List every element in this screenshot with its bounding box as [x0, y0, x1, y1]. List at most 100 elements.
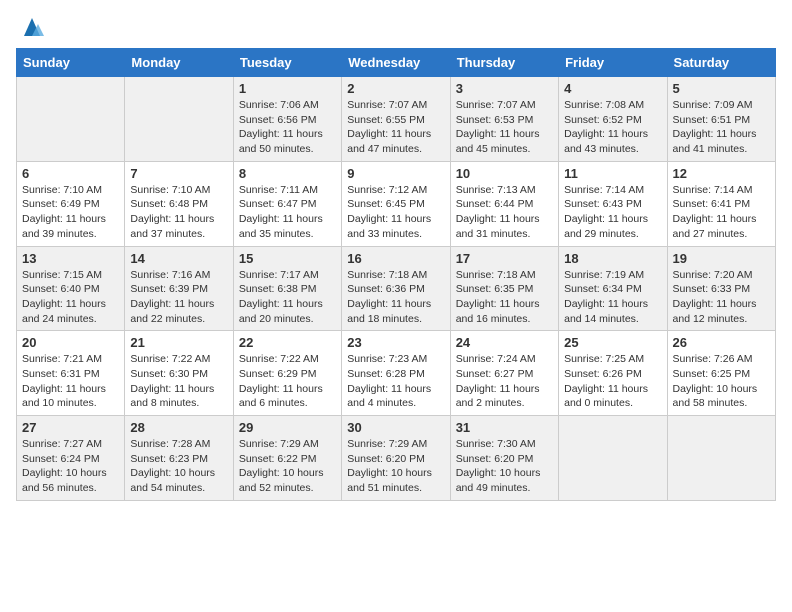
- calendar-cell: [17, 77, 125, 162]
- day-info: Sunrise: 7:21 AM Sunset: 6:31 PM Dayligh…: [22, 352, 119, 411]
- calendar-cell: 9 Sunrise: 7:12 AM Sunset: 6:45 PM Daylig…: [342, 161, 450, 246]
- calendar-row-2: 13Sunrise: 7:15 AM Sunset: 6:40 PM Dayli…: [17, 246, 776, 331]
- day-number: 18: [564, 251, 661, 266]
- calendar-cell: 26 Sunrise: 7:26 AM Sunset: 6:25 PM Dayli…: [667, 331, 775, 416]
- day-info: Sunrise: 7:18 AM Sunset: 6:36 PM Dayligh…: [347, 268, 444, 327]
- calendar-row-4: 27 Sunrise: 7:27 AM Sunset: 6:24 PM Dayli…: [17, 416, 776, 501]
- day-number: 26: [673, 335, 770, 350]
- day-info: Sunrise: 7:28 AM Sunset: 6:23 PM Dayligh…: [130, 437, 227, 496]
- day-number: 7: [130, 166, 227, 181]
- day-number: 20: [22, 335, 119, 350]
- day-number: 11: [564, 166, 661, 181]
- day-number: 1: [239, 81, 336, 96]
- day-number: 10: [456, 166, 553, 181]
- day-number: 23: [347, 335, 444, 350]
- calendar-cell: 6 Sunrise: 7:10 AM Sunset: 6:49 PM Daylig…: [17, 161, 125, 246]
- day-info: Sunrise: 7:30 AM Sunset: 6:20 PM Dayligh…: [456, 437, 553, 496]
- calendar-cell: 17Sunrise: 7:18 AM Sunset: 6:35 PM Dayli…: [450, 246, 558, 331]
- calendar-cell: 1 Sunrise: 7:06 AM Sunset: 6:56 PM Daylig…: [233, 77, 341, 162]
- day-number: 24: [456, 335, 553, 350]
- calendar-cell: 11 Sunrise: 7:14 AM Sunset: 6:43 PM Dayli…: [559, 161, 667, 246]
- calendar-cell: 25 Sunrise: 7:25 AM Sunset: 6:26 PM Dayli…: [559, 331, 667, 416]
- weekday-header-wednesday: Wednesday: [342, 49, 450, 77]
- calendar-cell: 3 Sunrise: 7:07 AM Sunset: 6:53 PM Daylig…: [450, 77, 558, 162]
- day-info: Sunrise: 7:10 AM Sunset: 6:49 PM Dayligh…: [22, 183, 119, 242]
- weekday-header-friday: Friday: [559, 49, 667, 77]
- weekday-header-saturday: Saturday: [667, 49, 775, 77]
- day-info: Sunrise: 7:06 AM Sunset: 6:56 PM Dayligh…: [239, 98, 336, 157]
- day-number: 25: [564, 335, 661, 350]
- day-number: 5: [673, 81, 770, 96]
- calendar-cell: 28 Sunrise: 7:28 AM Sunset: 6:23 PM Dayli…: [125, 416, 233, 501]
- day-info: Sunrise: 7:17 AM Sunset: 6:38 PM Dayligh…: [239, 268, 336, 327]
- day-number: 6: [22, 166, 119, 181]
- day-info: Sunrise: 7:13 AM Sunset: 6:44 PM Dayligh…: [456, 183, 553, 242]
- weekday-header-thursday: Thursday: [450, 49, 558, 77]
- calendar-cell: 4 Sunrise: 7:08 AM Sunset: 6:52 PM Daylig…: [559, 77, 667, 162]
- calendar-cell: 24 Sunrise: 7:24 AM Sunset: 6:27 PM Dayli…: [450, 331, 558, 416]
- day-info: Sunrise: 7:27 AM Sunset: 6:24 PM Dayligh…: [22, 437, 119, 496]
- day-info: Sunrise: 7:09 AM Sunset: 6:51 PM Dayligh…: [673, 98, 770, 157]
- day-info: Sunrise: 7:07 AM Sunset: 6:55 PM Dayligh…: [347, 98, 444, 157]
- day-info: Sunrise: 7:26 AM Sunset: 6:25 PM Dayligh…: [673, 352, 770, 411]
- day-info: Sunrise: 7:14 AM Sunset: 6:43 PM Dayligh…: [564, 183, 661, 242]
- calendar-cell: [667, 416, 775, 501]
- calendar-cell: 5 Sunrise: 7:09 AM Sunset: 6:51 PM Daylig…: [667, 77, 775, 162]
- day-info: Sunrise: 7:16 AM Sunset: 6:39 PM Dayligh…: [130, 268, 227, 327]
- day-info: Sunrise: 7:24 AM Sunset: 6:27 PM Dayligh…: [456, 352, 553, 411]
- day-number: 22: [239, 335, 336, 350]
- weekday-header-row: SundayMondayTuesdayWednesdayThursdayFrid…: [17, 49, 776, 77]
- day-info: Sunrise: 7:25 AM Sunset: 6:26 PM Dayligh…: [564, 352, 661, 411]
- day-info: Sunrise: 7:08 AM Sunset: 6:52 PM Dayligh…: [564, 98, 661, 157]
- calendar-cell: 2Sunrise: 7:07 AM Sunset: 6:55 PM Daylig…: [342, 77, 450, 162]
- day-info: Sunrise: 7:10 AM Sunset: 6:48 PM Dayligh…: [130, 183, 227, 242]
- day-number: 9: [347, 166, 444, 181]
- day-number: 16: [347, 251, 444, 266]
- calendar-cell: 30Sunrise: 7:29 AM Sunset: 6:20 PM Dayli…: [342, 416, 450, 501]
- calendar-cell: 22Sunrise: 7:22 AM Sunset: 6:29 PM Dayli…: [233, 331, 341, 416]
- day-number: 31: [456, 420, 553, 435]
- calendar-cell: 16 Sunrise: 7:18 AM Sunset: 6:36 PM Dayli…: [342, 246, 450, 331]
- calendar-row-1: 6 Sunrise: 7:10 AM Sunset: 6:49 PM Daylig…: [17, 161, 776, 246]
- calendar-cell: 14 Sunrise: 7:16 AM Sunset: 6:39 PM Dayli…: [125, 246, 233, 331]
- day-number: 4: [564, 81, 661, 96]
- day-number: 15: [239, 251, 336, 266]
- calendar-cell: 7 Sunrise: 7:10 AM Sunset: 6:48 PM Daylig…: [125, 161, 233, 246]
- calendar-cell: 12 Sunrise: 7:14 AM Sunset: 6:41 PM Dayli…: [667, 161, 775, 246]
- calendar-cell: 13Sunrise: 7:15 AM Sunset: 6:40 PM Dayli…: [17, 246, 125, 331]
- day-info: Sunrise: 7:12 AM Sunset: 6:45 PM Dayligh…: [347, 183, 444, 242]
- weekday-header-sunday: Sunday: [17, 49, 125, 77]
- calendar-cell: 29 Sunrise: 7:29 AM Sunset: 6:22 PM Dayli…: [233, 416, 341, 501]
- day-number: 12: [673, 166, 770, 181]
- calendar-cell: 21Sunrise: 7:22 AM Sunset: 6:30 PM Dayli…: [125, 331, 233, 416]
- day-number: 8: [239, 166, 336, 181]
- calendar-cell: 20 Sunrise: 7:21 AM Sunset: 6:31 PM Dayli…: [17, 331, 125, 416]
- day-info: Sunrise: 7:23 AM Sunset: 6:28 PM Dayligh…: [347, 352, 444, 411]
- calendar-cell: 18 Sunrise: 7:19 AM Sunset: 6:34 PM Dayli…: [559, 246, 667, 331]
- calendar-cell: 19Sunrise: 7:20 AM Sunset: 6:33 PM Dayli…: [667, 246, 775, 331]
- logo: [16, 16, 46, 38]
- day-number: 14: [130, 251, 227, 266]
- day-info: Sunrise: 7:14 AM Sunset: 6:41 PM Dayligh…: [673, 183, 770, 242]
- calendar-table: SundayMondayTuesdayWednesdayThursdayFrid…: [16, 48, 776, 501]
- day-info: Sunrise: 7:22 AM Sunset: 6:30 PM Dayligh…: [130, 352, 227, 411]
- page-header: [16, 16, 776, 38]
- day-number: 3: [456, 81, 553, 96]
- day-number: 27: [22, 420, 119, 435]
- day-info: Sunrise: 7:11 AM Sunset: 6:47 PM Dayligh…: [239, 183, 336, 242]
- calendar-cell: 27 Sunrise: 7:27 AM Sunset: 6:24 PM Dayli…: [17, 416, 125, 501]
- day-info: Sunrise: 7:19 AM Sunset: 6:34 PM Dayligh…: [564, 268, 661, 327]
- calendar-cell: 8 Sunrise: 7:11 AM Sunset: 6:47 PM Daylig…: [233, 161, 341, 246]
- day-number: 28: [130, 420, 227, 435]
- day-info: Sunrise: 7:29 AM Sunset: 6:20 PM Dayligh…: [347, 437, 444, 496]
- logo-icon: [18, 16, 46, 38]
- day-number: 19: [673, 251, 770, 266]
- day-info: Sunrise: 7:07 AM Sunset: 6:53 PM Dayligh…: [456, 98, 553, 157]
- calendar-row-0: 1 Sunrise: 7:06 AM Sunset: 6:56 PM Daylig…: [17, 77, 776, 162]
- calendar-cell: 31 Sunrise: 7:30 AM Sunset: 6:20 PM Dayli…: [450, 416, 558, 501]
- day-number: 29: [239, 420, 336, 435]
- day-info: Sunrise: 7:29 AM Sunset: 6:22 PM Dayligh…: [239, 437, 336, 496]
- calendar-cell: [125, 77, 233, 162]
- day-number: 13: [22, 251, 119, 266]
- calendar-cell: 23 Sunrise: 7:23 AM Sunset: 6:28 PM Dayli…: [342, 331, 450, 416]
